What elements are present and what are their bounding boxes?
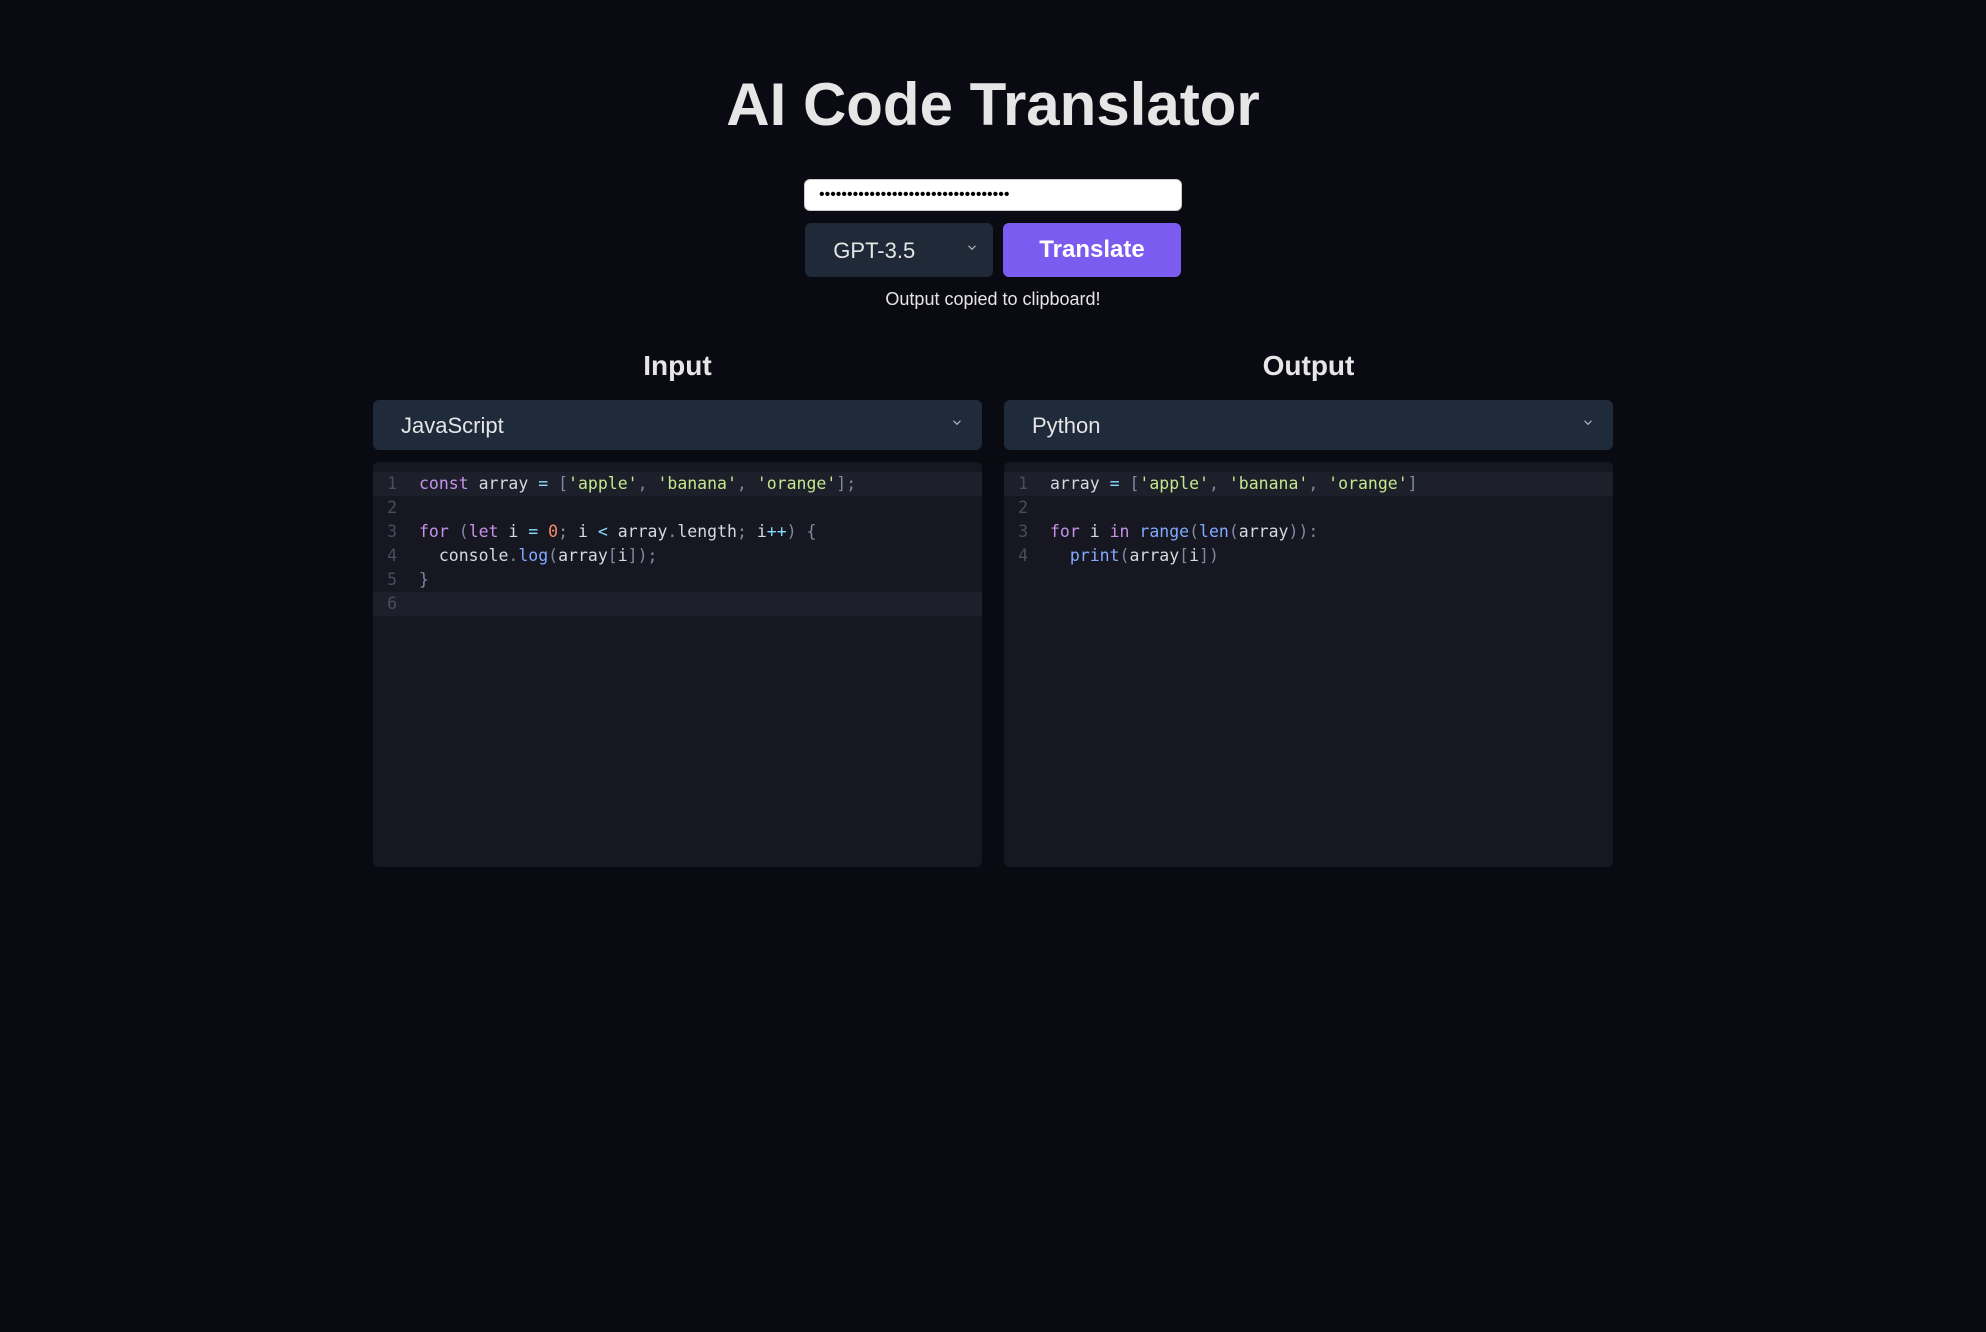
- line-number: 1: [373, 472, 419, 496]
- page-title: AI Code Translator: [373, 70, 1613, 139]
- line-number: 2: [373, 496, 419, 520]
- line-number: 4: [1004, 544, 1050, 568]
- api-key-input[interactable]: [804, 179, 1182, 211]
- line-number: 2: [1004, 496, 1050, 520]
- line-number: 5: [373, 568, 419, 592]
- output-panel: Output Python 1array = ['apple', 'banana…: [1004, 350, 1613, 867]
- code-line: 4 console.log(array[i]);: [373, 544, 982, 568]
- line-number: 3: [373, 520, 419, 544]
- code-content: array = ['apple', 'banana', 'orange']: [1050, 472, 1418, 496]
- code-content: for (let i = 0; i < array.length; i++) {: [419, 520, 816, 544]
- input-code-editor[interactable]: 1const array = ['apple', 'banana', 'oran…: [373, 462, 982, 867]
- line-number: 6: [373, 592, 419, 616]
- translate-button[interactable]: Translate: [1003, 223, 1180, 277]
- code-line: 4 print(array[i]): [1004, 544, 1613, 568]
- code-content: for i in range(len(array)):: [1050, 520, 1318, 544]
- model-select[interactable]: GPT-3.5: [805, 223, 993, 277]
- output-heading: Output: [1004, 350, 1613, 382]
- status-text: Output copied to clipboard!: [885, 289, 1100, 310]
- code-line: 3for i in range(len(array)):: [1004, 520, 1613, 544]
- output-language-select[interactable]: Python: [1004, 400, 1613, 450]
- code-line: 1const array = ['apple', 'banana', 'oran…: [373, 472, 982, 496]
- code-line: 1array = ['apple', 'banana', 'orange']: [1004, 472, 1613, 496]
- code-line: 2: [1004, 496, 1613, 520]
- input-language-select[interactable]: JavaScript: [373, 400, 982, 450]
- code-line: 5}: [373, 568, 982, 592]
- code-line: 2: [373, 496, 982, 520]
- code-content: print(array[i]): [1050, 544, 1219, 568]
- input-heading: Input: [373, 350, 982, 382]
- line-number: 4: [373, 544, 419, 568]
- code-content: }: [419, 568, 429, 592]
- code-content: console.log(array[i]);: [419, 544, 657, 568]
- output-code-editor[interactable]: 1array = ['apple', 'banana', 'orange']23…: [1004, 462, 1613, 867]
- line-number: 3: [1004, 520, 1050, 544]
- code-line: 6: [373, 592, 982, 616]
- code-content: const array = ['apple', 'banana', 'orang…: [419, 472, 856, 496]
- input-panel: Input JavaScript 1const array = ['apple'…: [373, 350, 982, 867]
- controls: GPT-3.5 Translate Output copied to clipb…: [373, 179, 1613, 310]
- code-line: 3for (let i = 0; i < array.length; i++) …: [373, 520, 982, 544]
- line-number: 1: [1004, 472, 1050, 496]
